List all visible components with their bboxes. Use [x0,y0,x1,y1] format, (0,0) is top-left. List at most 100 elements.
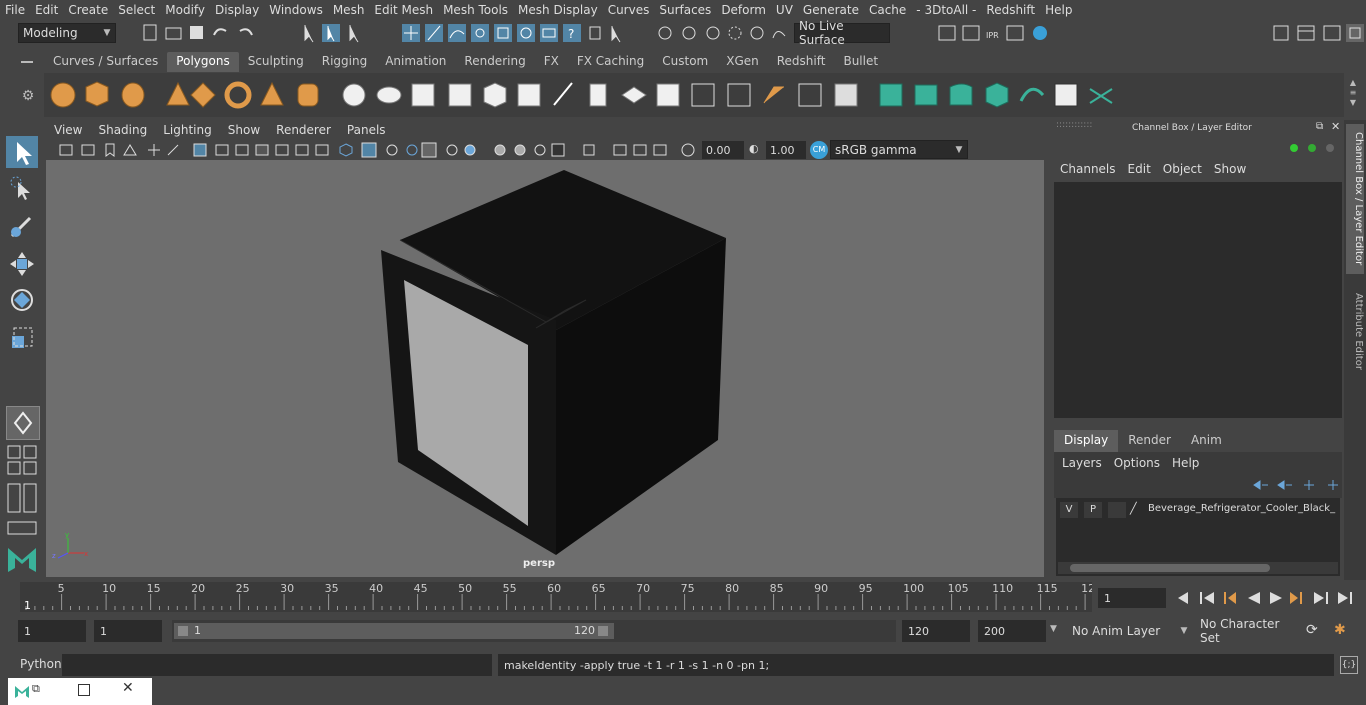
viewport-persp[interactable]: x y z persp [46,160,1044,577]
layer-visibility-toggle[interactable]: V [1060,502,1078,518]
layer-tab-display[interactable]: Display [1054,430,1119,452]
gamma-field[interactable]: 1.00 [766,141,806,159]
paint-tool-icon[interactable] [6,210,38,242]
tab-rendering[interactable]: Rendering [455,52,534,72]
chevron-down-icon[interactable]: ▼ [1050,624,1062,634]
scene-start-field[interactable]: 1 [18,620,86,642]
show-menu[interactable]: Show [1208,162,1252,180]
snap-grid-icon[interactable] [6,406,40,440]
panel-tool-icons[interactable] [56,141,696,159]
command-language-label[interactable]: Python [20,657,62,671]
tab-bullet[interactable]: Bullet [834,52,887,72]
channel-list[interactable] [1054,182,1342,418]
object-menu[interactable]: Object [1157,162,1208,180]
playback-end-field[interactable]: 120 [902,620,970,642]
tab-redshift[interactable]: Redshift [768,52,835,72]
menu-uv[interactable]: UV [771,3,798,17]
tab-fx-caching[interactable]: FX Caching [568,52,653,72]
mode-dropdown[interactable]: Modeling ▼ [18,23,116,43]
panel-menu-renderer[interactable]: Renderer [268,123,339,137]
layer-color-icon[interactable]: ╱ [1130,502,1144,518]
color-space-dropdown[interactable]: sRGB gamma ▼ [830,140,968,159]
maximize-icon[interactable] [78,684,90,696]
gear-icon[interactable]: ⚙ [18,88,38,108]
drag-handle-icon[interactable]: :::::::::::: [1056,120,1092,130]
tab-sculpting[interactable]: Sculpting [239,52,313,72]
layer-action-icons[interactable] [1250,476,1340,494]
menu-curves[interactable]: Curves [603,3,655,17]
panel-menu-view[interactable]: View [46,123,90,137]
range-end-grip[interactable] [598,626,608,636]
polygon-shelf-icons[interactable] [44,73,1144,117]
range-start-grip[interactable] [178,626,188,636]
menu-mesh[interactable]: Mesh [328,3,370,17]
options-menu[interactable]: Options [1108,456,1166,470]
layers-menu[interactable]: Layers [1056,456,1108,470]
scene-end-field[interactable]: 200 [978,620,1046,642]
tab-curves-surfaces[interactable]: Curves / Surfaces [44,52,167,72]
layout-four-icon[interactable] [6,444,38,476]
menu-3dtoall[interactable]: - 3DtoAll - [911,3,981,17]
move-tool-icon[interactable] [6,248,38,280]
command-input[interactable] [62,654,492,676]
script-editor-icon[interactable]: {;} [1340,656,1358,674]
lasso-tool-icon[interactable] [6,174,38,206]
menu-create[interactable]: Create [63,3,113,17]
playback-start-field[interactable]: 1 [94,620,162,642]
live-surface-field[interactable]: No Live Surface [794,19,890,47]
edit-menu[interactable]: Edit [1122,162,1157,180]
exposure-field[interactable]: 0.00 [702,141,744,159]
anim-layer-dropdown[interactable]: No Anim Layer ▼ [1068,620,1192,642]
file-tools-icons[interactable] [140,22,395,44]
panel-menu-shading[interactable]: Shading [90,123,155,137]
time-ruler[interactable]: 5 10 15 20 25 30 35 40 45 50 55 60 65 70 75 80 85 90 95 100… [20,582,1095,612]
panel-menu-show[interactable]: Show [220,123,268,137]
menu-display[interactable]: Display [210,3,264,17]
menu-windows[interactable]: Windows [264,3,328,17]
range-slider[interactable]: 1 120 [172,620,896,642]
scene-render[interactable]: x y z [46,160,1044,577]
layer-type-toggle[interactable] [1108,502,1126,518]
tab-fx[interactable]: FX [535,52,568,72]
channels-menu[interactable]: Channels [1054,162,1122,180]
menu-deform[interactable]: Deform [716,3,771,17]
layer-tab-anim[interactable]: Anim [1181,430,1232,452]
menu-mesh-display[interactable]: Mesh Display [513,3,603,17]
layer-row[interactable]: V P ╱ Beverage_Refrigerator_Cooler_Black… [1058,502,1340,520]
character-set-dropdown[interactable]: No Character Set [1196,617,1300,645]
workspace-icons[interactable] [1270,22,1366,44]
layer-name[interactable]: Beverage_Refrigerator_Cooler_Black_ [1148,503,1340,514]
menu-redshift[interactable]: Redshift [981,3,1040,17]
tab-polygons[interactable]: Polygons [167,52,239,72]
tab-custom[interactable]: Custom [653,52,717,72]
menu-cache[interactable]: Cache [864,3,911,17]
menu-generate[interactable]: Generate [798,3,864,17]
menu-modify[interactable]: Modify [160,3,210,17]
layout-split-icon[interactable] [6,482,38,514]
side-tab-attribute-editor[interactable]: Attribute Editor [1346,286,1364,376]
selection-constraint-icons[interactable] [655,22,795,44]
layer-list-hscrollbar[interactable] [1058,562,1338,574]
layer-tab-render[interactable]: Render [1118,430,1181,452]
tab-xgen[interactable]: XGen [717,52,768,72]
tab-animation[interactable]: Animation [376,52,455,72]
close-icon[interactable]: ✕ [1331,120,1340,133]
menu-mesh-tools[interactable]: Mesh Tools [438,3,513,17]
menu-surfaces[interactable]: Surfaces [654,3,716,17]
time-slider[interactable]: 5 10 15 20 25 30 35 40 45 50 55 60 65 70 75 80 85 90 95 100… [0,580,1366,616]
help-menu[interactable]: Help [1166,456,1205,470]
auto-key-icon[interactable]: ⟳ [1306,622,1326,642]
range-slider-handle[interactable]: 1 120 [174,623,614,639]
menu-file[interactable]: File [0,3,30,17]
menu-edit-mesh[interactable]: Edit Mesh [369,3,438,17]
select-tool-icon[interactable] [6,136,38,168]
panel-menu-lighting[interactable]: Lighting [155,123,220,137]
restore-icon[interactable]: ⧉ [32,682,40,696]
panel-menu-panels[interactable]: Panels [339,123,394,137]
tab-rigging[interactable]: Rigging [313,52,376,72]
render-tools-icons[interactable]: IPR [935,22,1055,44]
side-tab-channel-box[interactable]: Channel Box / Layer Editor [1346,124,1364,274]
color-management-icon[interactable]: CM [810,141,828,159]
animation-preferences-icon[interactable]: ✱ [1334,622,1354,642]
playback-controls[interactable] [1172,587,1362,609]
